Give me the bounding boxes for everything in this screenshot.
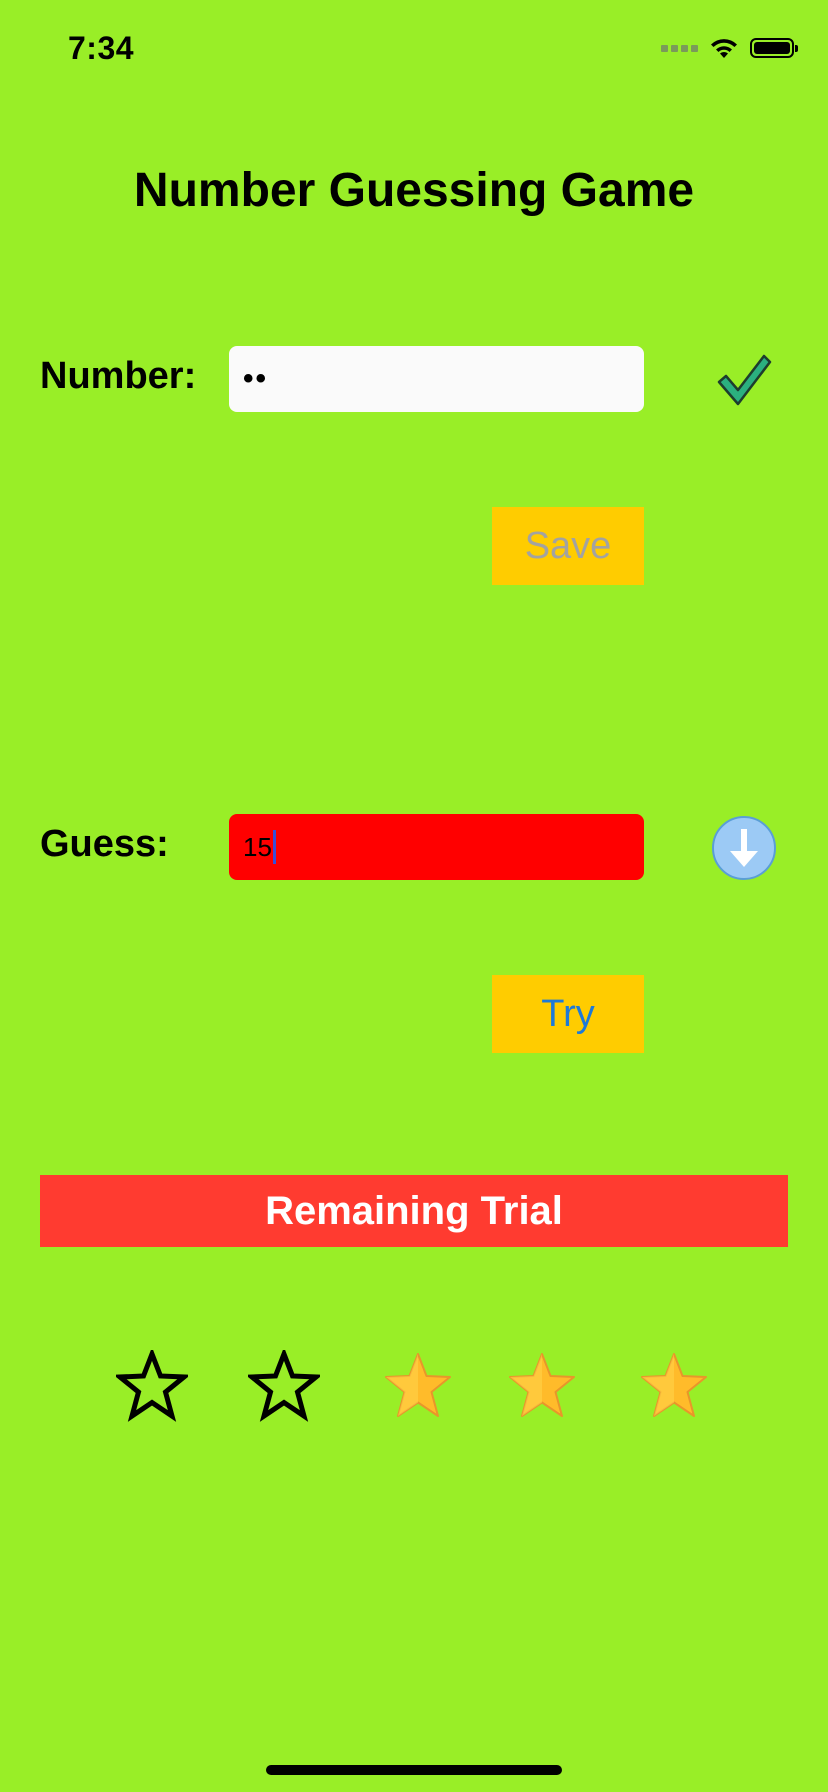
star-empty-icon	[116, 1350, 188, 1422]
try-button[interactable]: Try	[492, 975, 644, 1053]
star-empty-icon	[248, 1350, 320, 1422]
page-title: Number Guessing Game	[133, 164, 695, 217]
save-button[interactable]: Save	[492, 507, 644, 585]
checkmark-icon	[717, 354, 772, 406]
number-field[interactable]: ••	[229, 346, 644, 412]
number-label: Number:	[40, 355, 197, 397]
home-indicator[interactable]	[266, 1765, 562, 1775]
guess-label: Guess:	[40, 823, 169, 865]
cellular-signal-icon	[661, 44, 698, 52]
star-filled-icon	[641, 1353, 707, 1417]
text-cursor	[272, 830, 276, 864]
guess-field-value: 15	[243, 831, 272, 862]
guess-field[interactable]: 15	[229, 814, 644, 880]
arrow-down-circle-icon	[712, 816, 776, 880]
star-filled-icon	[509, 1353, 575, 1417]
star-filled-icon	[385, 1353, 451, 1417]
wifi-icon	[711, 39, 737, 58]
status-time: 7:34	[68, 30, 135, 66]
number-field-value: ••	[243, 362, 269, 395]
remaining-trial-banner: Remaining Trial	[40, 1175, 788, 1247]
status-icons	[661, 36, 798, 60]
battery-icon	[750, 38, 798, 58]
